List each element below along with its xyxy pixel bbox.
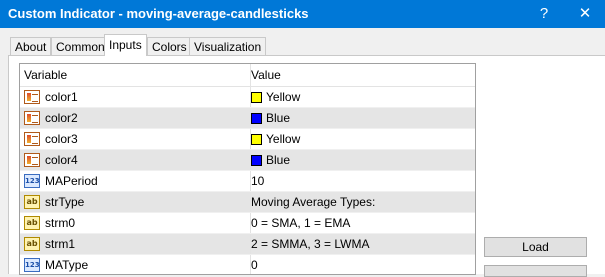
variable-name: color1 — [45, 90, 78, 104]
variable-value[interactable]: Blue — [266, 111, 290, 125]
variable-name: color3 — [45, 132, 78, 146]
string-icon: ab — [24, 237, 40, 251]
color-swatch — [251, 112, 262, 124]
table-row[interactable]: color3 Yellow — [20, 129, 475, 150]
variable-name: color4 — [45, 153, 78, 167]
tab-visualization[interactable]: Visualization — [189, 37, 267, 56]
variable-name: color2 — [45, 111, 78, 125]
help-button[interactable]: ? — [524, 0, 564, 28]
color-swatch — [251, 133, 262, 145]
variable-name: MAPeriod — [45, 174, 98, 188]
save-button-partial[interactable] — [484, 265, 587, 277]
color-swatch — [251, 91, 262, 103]
string-icon: ab — [24, 216, 40, 230]
integer-icon: 123 — [24, 258, 40, 272]
tab-colors[interactable]: Colors — [147, 37, 192, 56]
window-title: Custom Indicator - moving-average-candle… — [8, 6, 309, 21]
color-icon — [24, 90, 40, 104]
grid-header: Variable Value — [20, 64, 475, 87]
table-row[interactable]: color4 Blue — [20, 150, 475, 171]
variable-value[interactable]: 0 — [251, 258, 258, 272]
color-icon — [24, 111, 40, 125]
variable-value[interactable]: Yellow — [266, 90, 300, 104]
variable-value[interactable]: 0 = SMA, 1 = EMA — [251, 216, 350, 230]
variable-value[interactable]: 2 = SMMA, 3 = LWMA — [251, 237, 369, 251]
tab-inputs[interactable]: Inputs — [104, 34, 147, 56]
table-row[interactable]: ab strm0 0 = SMA, 1 = EMA — [20, 213, 475, 234]
variable-value[interactable]: Moving Average Types: — [251, 195, 375, 209]
title-bar: Custom Indicator - moving-average-candle… — [0, 0, 605, 28]
variable-name: strType — [45, 195, 85, 209]
table-row[interactable]: color2 Blue — [20, 108, 475, 129]
tab-strip: About Common Inputs Colors Visualization — [0, 28, 605, 56]
color-icon — [24, 153, 40, 167]
tab-about[interactable]: About — [10, 37, 52, 56]
integer-icon: 123 — [24, 174, 40, 188]
color-icon — [24, 132, 40, 146]
variable-value[interactable]: 10 — [251, 174, 264, 188]
variable-name: MAType — [45, 258, 89, 272]
variable-value[interactable]: Yellow — [266, 132, 300, 146]
table-row[interactable]: color1 Yellow — [20, 87, 475, 108]
inputs-grid: Variable Value color1 Yellow color2 Blue… — [19, 63, 476, 275]
column-header-variable[interactable]: Variable — [20, 64, 251, 86]
table-row[interactable]: ab strm1 2 = SMMA, 3 = LWMA — [20, 234, 475, 255]
table-row[interactable]: ab strType Moving Average Types: — [20, 192, 475, 213]
variable-name: strm0 — [45, 216, 75, 230]
load-button[interactable]: Load — [484, 237, 587, 257]
variable-value[interactable]: Blue — [266, 153, 290, 167]
column-header-value[interactable]: Value — [247, 64, 475, 86]
table-row[interactable]: 123 MAType 0 — [20, 255, 475, 274]
color-swatch — [251, 154, 262, 166]
variable-name: strm1 — [45, 237, 75, 251]
table-row[interactable]: 123 MAPeriod 10 — [20, 171, 475, 192]
close-button[interactable]: ✕ — [565, 0, 605, 28]
tab-common[interactable]: Common — [51, 37, 110, 56]
string-icon: ab — [24, 195, 40, 209]
